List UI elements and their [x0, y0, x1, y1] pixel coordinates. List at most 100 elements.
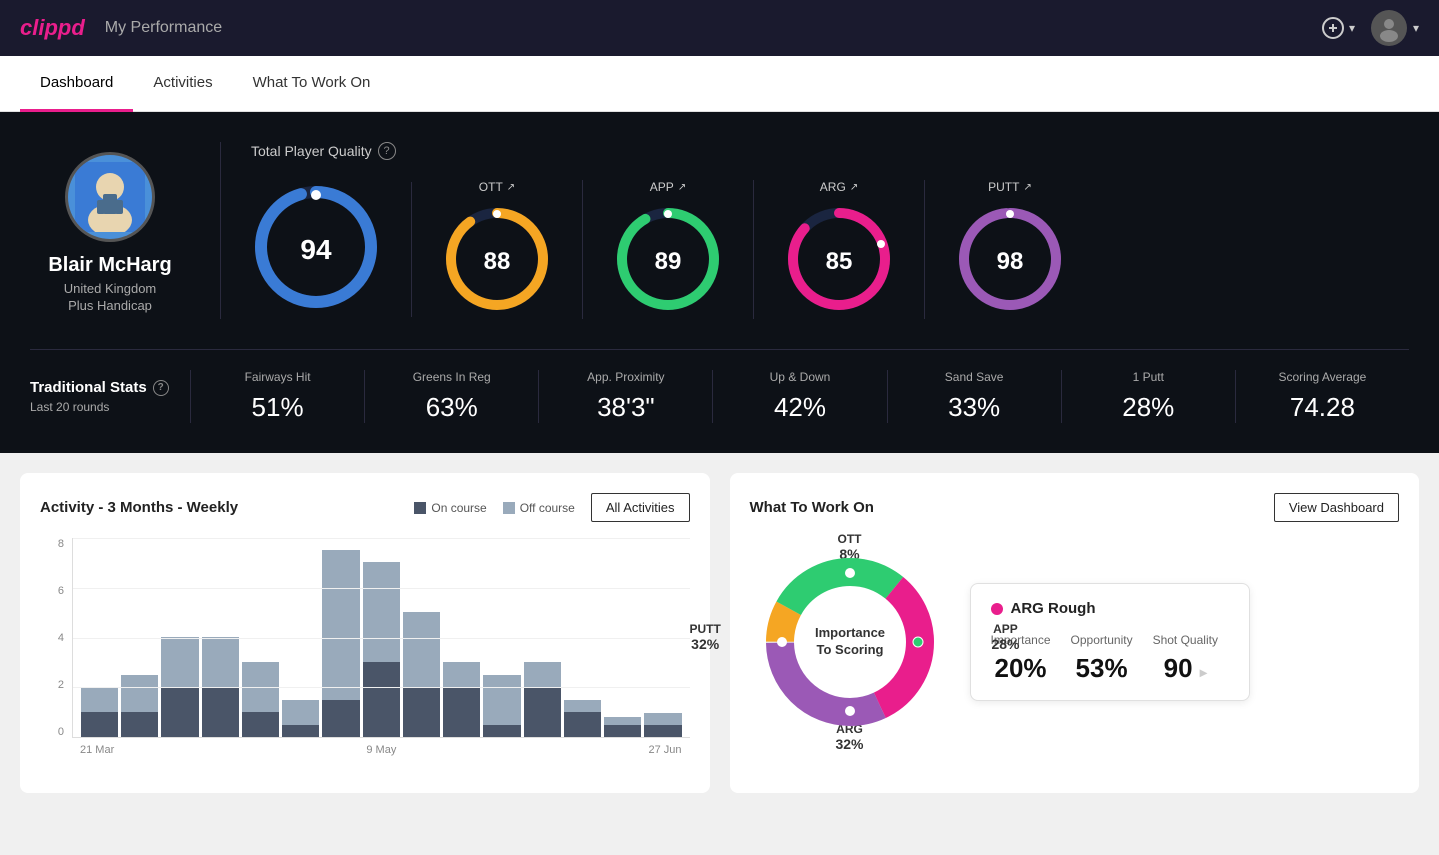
view-dashboard-button[interactable]: View Dashboard	[1274, 493, 1399, 522]
stat-fairways: Fairways Hit 51%	[190, 370, 364, 423]
header: clippd My Performance ▾ ▾	[0, 0, 1439, 56]
chart-container: 86420	[40, 538, 690, 756]
arg-dot	[991, 603, 1003, 615]
gauge-putt-label: PUTT↗	[988, 180, 1032, 194]
player-handicap: Plus Handicap	[68, 298, 152, 313]
stat-updown: Up & Down 42%	[712, 370, 886, 423]
all-activities-button[interactable]: All Activities	[591, 493, 690, 522]
bar-12	[524, 662, 561, 737]
bar-6	[282, 700, 319, 737]
donut-label-putt: PUTT 32%	[690, 622, 721, 652]
user-menu[interactable]: ▾	[1371, 10, 1419, 46]
stat-1putt: 1 Putt 28%	[1061, 370, 1235, 423]
chart-bars	[72, 538, 690, 738]
legend-on-course: On course	[414, 501, 486, 515]
chevron-down-icon: ▾	[1413, 21, 1419, 35]
player-info: Blair McHarg United Kingdom Plus Handica…	[30, 142, 190, 313]
chart-header: Activity - 3 Months - Weekly On course O…	[40, 493, 690, 522]
gauge-putt: PUTT↗ 98	[925, 180, 1095, 319]
stats-help-icon[interactable]: ?	[153, 380, 169, 396]
gauge-arg-wrap: 85	[784, 204, 894, 319]
add-button[interactable]: ▾	[1321, 16, 1355, 40]
hero-top: Blair McHarg United Kingdom Plus Handica…	[30, 142, 1409, 319]
stats-sublabel: Last 20 rounds	[30, 400, 190, 414]
work-card: What To Work On View Dashboard OTT 8% AP…	[730, 473, 1420, 793]
chevron-down-icon: ▾	[1349, 21, 1355, 35]
x-label-1: 21 Mar	[80, 744, 114, 756]
bar-2	[121, 675, 158, 737]
work-content: OTT 8% APP 28% ARG 32% PUTT 32%	[750, 542, 1400, 742]
gauge-arg-value: 85	[826, 248, 853, 276]
bottom-section: Activity - 3 Months - Weekly On course O…	[0, 453, 1439, 813]
svg-text:Importance: Importance	[814, 625, 884, 640]
chart-legend: On course Off course	[414, 501, 575, 515]
logo: clippd	[20, 15, 85, 41]
bar-1	[81, 687, 118, 737]
header-title: My Performance	[105, 19, 222, 37]
x-axis: 21 Mar 9 May 27 Jun	[72, 738, 690, 756]
main-gauge-value: 94	[300, 234, 331, 266]
header-right: ▾ ▾	[1321, 10, 1419, 46]
legend-off-course: Off course	[503, 501, 575, 515]
gauges-row: 94 OTT↗ 88	[251, 180, 1409, 319]
hero-section: Blair McHarg United Kingdom Plus Handica…	[0, 112, 1439, 453]
legend-on-dot	[414, 502, 426, 514]
y-axis: 86420	[40, 538, 68, 738]
gauge-app-label: APP↗	[650, 180, 686, 194]
stat-sandsave: Sand Save 33%	[887, 370, 1061, 423]
arg-metric-opportunity: Opportunity 53%	[1071, 633, 1133, 684]
bar-15	[644, 713, 681, 737]
gauge-ott-wrap: 88	[442, 204, 552, 319]
donut-chart: Importance To Scoring	[750, 542, 950, 742]
gauge-ott-value: 88	[484, 248, 511, 276]
arg-metric-shot-quality: Shot Quality 90 ▸	[1153, 633, 1218, 684]
main-gauge: 94	[251, 182, 412, 317]
gauge-wrap: 94	[251, 182, 381, 317]
bar-10	[443, 662, 480, 737]
activity-card: Activity - 3 Months - Weekly On course O…	[20, 473, 710, 793]
tab-dashboard[interactable]: Dashboard	[20, 56, 133, 112]
bar-14	[604, 717, 641, 737]
avatar	[1371, 10, 1407, 46]
player-name: Blair McHarg	[48, 254, 171, 277]
stat-greens: Greens In Reg 63%	[364, 370, 538, 423]
stats-label-section: Traditional Stats ? Last 20 rounds	[30, 379, 190, 414]
stats-row: Traditional Stats ? Last 20 rounds Fairw…	[30, 349, 1409, 423]
player-location: United Kingdom	[64, 281, 157, 296]
stats-label-title: Traditional Stats ?	[30, 379, 190, 396]
bar-9	[403, 612, 440, 737]
gauge-putt-wrap: 98	[955, 204, 1065, 319]
tab-what-to-work-on[interactable]: What To Work On	[233, 56, 391, 112]
help-icon[interactable]: ?	[378, 142, 396, 160]
svg-text:To Scoring: To Scoring	[816, 642, 883, 657]
chart-title: Activity - 3 Months - Weekly	[40, 499, 238, 516]
gauge-arg: ARG↗ 85	[754, 180, 925, 319]
gauge-ott: OTT↗ 88	[412, 180, 583, 319]
x-label-3: 27 Jun	[648, 744, 681, 756]
stat-proximity: App. Proximity 38'3"	[538, 370, 712, 423]
gauge-app: APP↗ 89	[583, 180, 754, 319]
donut-chart-wrapper: OTT 8% APP 28% ARG 32% PUTT 32%	[750, 542, 950, 742]
donut-label-app: APP 28%	[991, 622, 1019, 652]
gauge-ott-label: OTT↗	[479, 180, 515, 194]
gauge-putt-value: 98	[997, 248, 1024, 276]
bar-5	[242, 662, 279, 737]
x-label-2: 9 May	[366, 744, 396, 756]
quality-label: Total Player Quality ?	[251, 142, 1409, 160]
bar-13	[564, 700, 601, 737]
quality-section: Total Player Quality ? 94	[220, 142, 1409, 319]
bar-7	[322, 550, 359, 737]
nav-tabs: Dashboard Activities What To Work On	[0, 56, 1439, 112]
header-left: clippd My Performance	[20, 15, 222, 41]
arg-metrics: Importance 20% Opportunity 53% Shot Qual…	[991, 633, 1229, 684]
stat-scoring: Scoring Average 74.28	[1235, 370, 1409, 423]
gauge-arg-label: ARG↗	[820, 180, 858, 194]
tab-activities[interactable]: Activities	[133, 56, 232, 112]
avatar	[65, 152, 155, 242]
bar-11	[483, 675, 520, 737]
legend-off-dot	[503, 502, 515, 514]
work-card-header: What To Work On View Dashboard	[750, 493, 1400, 522]
gauge-app-value: 89	[655, 248, 682, 276]
arg-card-title: ARG Rough	[991, 600, 1229, 617]
gauge-app-wrap: 89	[613, 204, 723, 319]
